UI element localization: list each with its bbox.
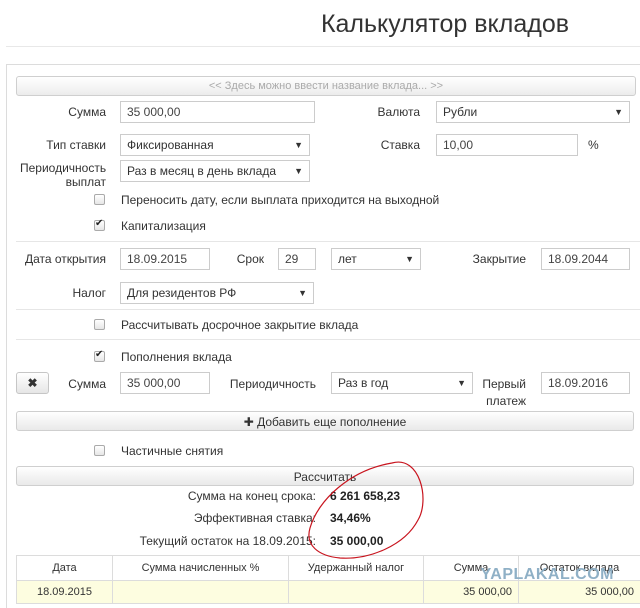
open-date-input[interactable]: 18.09.2015 [120,248,210,270]
rate-type-select[interactable]: Фиксированная ▼ [120,134,310,156]
cell-interest [112,580,289,604]
term-unit-select[interactable]: лет ▼ [331,248,421,270]
page-title: Калькулятор вкладов [320,10,570,38]
dropdown-arrow-icon: ▼ [405,254,414,264]
section-divider [16,241,640,242]
cell-date: 18.09.2015 [16,580,113,604]
early-close-label: Рассчитывать досрочное закрытие вклада [121,318,359,332]
close-date-label: Закрытие [472,252,526,266]
topups-checkbox[interactable] [94,349,105,362]
capitalization-label: Капитализация [121,219,206,233]
payout-period-label-line2: выплат [65,175,106,189]
early-close-checkbox[interactable] [94,319,105,330]
dropdown-arrow-icon: ▼ [614,107,623,117]
tax-select[interactable]: Для резидентов РФ ▼ [120,282,314,304]
move-date-checkbox[interactable] [94,194,105,205]
dropdown-arrow-icon: ▼ [457,378,466,388]
term-label: Срок [236,252,264,266]
title-divider [6,46,640,47]
dropdown-arrow-icon: ▼ [298,288,307,298]
effective-rate-value: 34,46% [330,511,371,525]
add-topup-button[interactable]: ✚ Добавить еще пополнение [16,411,634,431]
calculate-button[interactable]: Рассчитать [16,466,634,486]
tax-value: Для резидентов РФ [127,286,237,300]
first-payment-label-line2: платеж [486,394,526,408]
remove-topup-button[interactable]: ✖ [16,372,49,394]
first-payment-input[interactable]: 18.09.2016 [541,372,630,394]
topups-label: Пополнения вклада [121,350,232,364]
section-divider [16,309,640,310]
currency-label: Валюта [377,105,420,119]
move-date-label: Переносить дату, если выплата приходится… [121,193,440,207]
payout-period-label-line1: Периодичность [20,161,107,175]
rate-type-label: Тип ставки [46,138,106,152]
col-header-interest: Сумма начисленных % [112,555,289,581]
currency-value: Рубли [443,105,478,119]
term-unit-value: лет [338,252,357,266]
current-balance-label: Текущий остаток на 18.09.2015: [139,534,316,548]
dropdown-arrow-icon: ▼ [294,140,303,150]
topup-period-label: Периодичность [229,377,316,391]
col-header-tax: Удержанный налог [288,555,424,581]
section-divider [16,339,640,340]
topup-period-select[interactable]: Раз в год ▼ [331,372,473,394]
payout-period-select[interactable]: Раз в месяц в день вклада ▼ [120,160,310,182]
amount-input[interactable]: 35 000,00 [120,101,315,123]
first-payment-label-line1: Первый [482,377,526,391]
rate-percent-unit: % [588,138,599,152]
topup-amount-label: Сумма [68,377,106,391]
total-label: Сумма на конец срока: [187,489,316,503]
open-date-label: Дата открытия [24,252,106,266]
currency-select[interactable]: Рубли ▼ [436,101,630,123]
cell-tax [288,580,424,604]
effective-rate-label: Эффективная ставка: [193,511,316,525]
rate-input[interactable]: 10,00 [436,134,578,156]
watermark-logo: YAPLAKAL.COM [480,566,614,583]
close-date-input[interactable]: 18.09.2044 [541,248,630,270]
rate-label: Ставка [380,138,420,152]
close-icon: ✖ [27,376,38,390]
payout-period-value: Раз в месяц в день вклада [127,164,277,178]
tax-label: Налог [72,286,106,300]
rate-type-value: Фиксированная [127,138,214,152]
col-header-date: Дата [16,555,113,581]
amount-label: Сумма [68,105,106,119]
total-value: 6 261 658,23 [330,489,401,503]
deposit-name-input[interactable]: << Здесь можно ввести название вклада...… [16,76,636,96]
partial-withdraw-label: Частичные снятия [121,444,224,458]
dropdown-arrow-icon: ▼ [294,166,303,176]
topup-period-value: Раз в год [338,376,389,390]
term-input[interactable]: 29 [278,248,316,270]
topup-amount-input[interactable]: 35 000,00 [120,372,210,394]
current-balance-value: 35 000,00 [330,534,384,548]
partial-withdraw-checkbox[interactable] [94,445,105,456]
capitalization-checkbox[interactable] [94,218,105,231]
